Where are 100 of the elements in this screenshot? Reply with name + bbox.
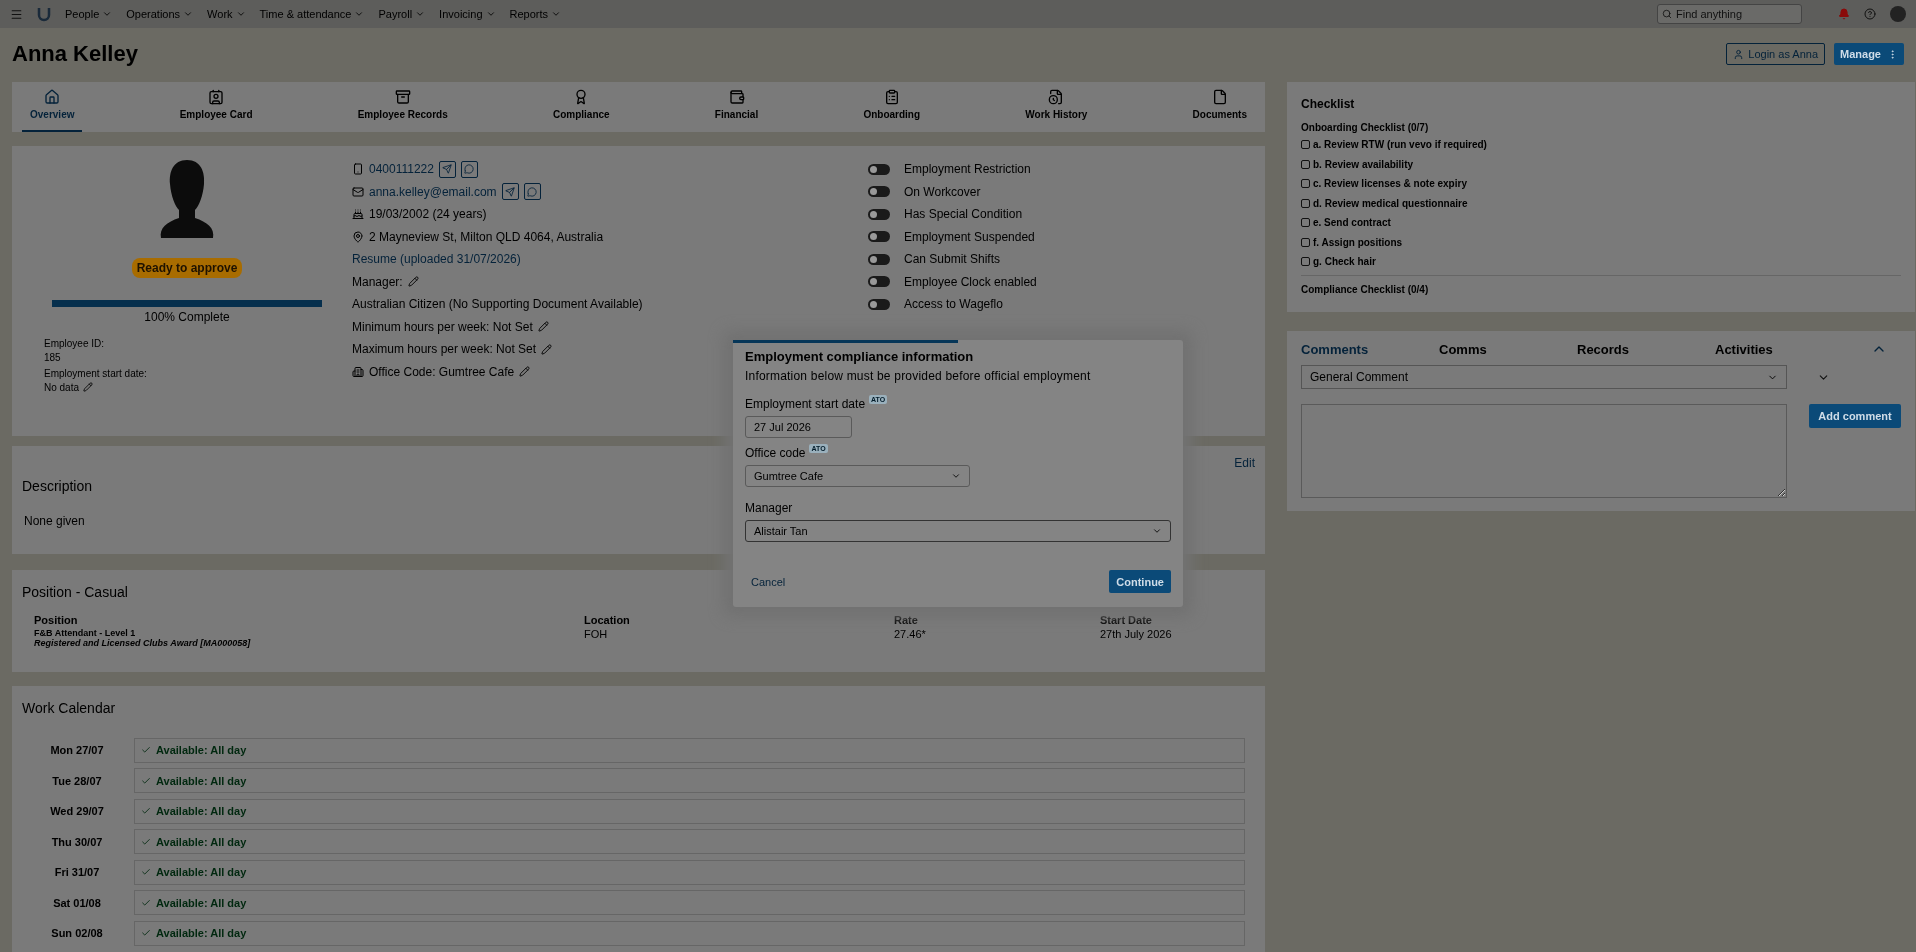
field-value: 185 [44, 351, 61, 363]
nav-menu-item[interactable]: Operations [126, 8, 194, 20]
comment-type-select[interactable]: General Comment [1301, 365, 1787, 389]
nav-menu-item[interactable]: Payroll [378, 8, 426, 20]
edit-icon[interactable] [407, 276, 419, 288]
chat-button[interactable] [460, 160, 478, 178]
building-icon [352, 365, 364, 378]
award-name: Registered and Licensed Clubs Award [MA000058] [34, 638, 252, 648]
menu-icon[interactable] [10, 7, 23, 21]
resume-link[interactable]: Resume (uploaded 31/07/2026) [352, 252, 521, 267]
availability-text: Available: All day [156, 896, 247, 909]
availability-text: Available: All day [156, 805, 247, 818]
add-comment-button[interactable]: Add comment [1809, 404, 1901, 428]
toggle-switch[interactable] [868, 231, 890, 243]
send-button[interactable] [501, 183, 519, 201]
checklist-item: e. Send contract [1313, 217, 1391, 229]
toggle-switch[interactable] [868, 208, 890, 220]
manage-button[interactable]: Manage [1834, 43, 1904, 65]
office-select[interactable]: Gumtree Cafe [745, 465, 970, 487]
position-name: F&B Attendant - Level 1 [34, 628, 137, 638]
dialog-subtitle: Information below must be provided before official employment [745, 369, 1092, 383]
check-icon [141, 775, 151, 786]
checkbox[interactable] [1301, 198, 1310, 208]
chevron-down-icon [183, 9, 194, 19]
profile-tab[interactable]: Overview [22, 87, 83, 132]
email-link[interactable]: anna.kelley@email.com [369, 184, 497, 199]
toggle-switch[interactable] [868, 163, 890, 175]
check-icon [141, 867, 151, 878]
cancel-button[interactable]: Cancel [751, 575, 786, 588]
checklist-item: a. Review RTW (run vevo if required) [1313, 139, 1487, 151]
chevron-down-icon [415, 9, 426, 19]
search-field[interactable]: Find anything [1657, 4, 1802, 24]
comments-tab[interactable]: Activities [1715, 341, 1853, 357]
wallet-icon [728, 89, 745, 105]
checkbox[interactable] [1301, 140, 1310, 150]
field-label: Employee ID: [44, 338, 106, 349]
phone-link[interactable]: 0400111222 [369, 162, 434, 177]
toggle-switch[interactable] [868, 276, 890, 288]
field-label: Employment start date: [44, 368, 148, 379]
profile-tab[interactable]: Documents [1184, 87, 1255, 132]
nav-menu-item[interactable]: Time & attendance [259, 8, 365, 20]
chevron-down-icon [551, 9, 562, 19]
comments-tab[interactable]: Records [1577, 341, 1715, 357]
chevron-down-icon [485, 9, 496, 19]
nav-menu-item[interactable]: People [65, 8, 113, 20]
check-icon [141, 806, 151, 817]
manager-select[interactable]: Alistair Tan [745, 520, 1171, 542]
table-cell-text: FOH [584, 628, 609, 642]
date-field[interactable]: 27 Jul 2026 [745, 416, 852, 438]
toggle-label: Employment Suspended [904, 229, 1035, 244]
toggle-switch[interactable] [868, 298, 890, 310]
comments-tab[interactable]: Comments [1301, 341, 1439, 357]
checkbox[interactable] [1301, 218, 1310, 228]
cake-icon [352, 208, 364, 221]
edit-icon[interactable] [519, 366, 531, 378]
checkbox[interactable] [1301, 159, 1310, 169]
profile-tab[interactable]: Compliance [544, 87, 618, 132]
field-label: Office code [745, 446, 806, 460]
table-cell-text: 27.46* [894, 628, 927, 642]
dialog-title: Employment compliance information [745, 349, 975, 364]
profile-tab[interactable]: Onboarding [855, 87, 929, 132]
section-title: Work Calendar [22, 700, 117, 716]
send-button[interactable] [438, 160, 456, 178]
checklist-item: d. Review medical questionnaire [1313, 197, 1468, 209]
toggle-switch[interactable] [868, 186, 890, 198]
logo-icon[interactable] [37, 6, 51, 22]
nav-menu-item[interactable]: Work [207, 8, 246, 20]
login-as-button[interactable]: Login as Anna [1726, 43, 1826, 65]
nav-menu-item[interactable]: Invoicing [439, 8, 496, 20]
toggle-label: Employment Restriction [904, 162, 1031, 177]
edit-link[interactable]: Edit [1234, 456, 1255, 470]
edit-icon[interactable] [83, 382, 94, 392]
profile-tab[interactable]: Work History [1017, 87, 1096, 132]
archive-icon [394, 89, 411, 105]
toggle-switch[interactable] [868, 253, 890, 265]
section-title: Description [22, 478, 94, 494]
check-icon [141, 928, 151, 939]
edit-icon[interactable] [541, 343, 553, 355]
check-icon [141, 836, 151, 847]
checkbox[interactable] [1301, 257, 1310, 267]
profile-tab[interactable]: Financial [706, 87, 767, 132]
checkbox[interactable] [1301, 179, 1310, 189]
toggle-label: Access to Wageflo [904, 297, 1003, 312]
comments-tab[interactable]: Comms [1439, 341, 1577, 357]
continue-button[interactable]: Continue [1109, 570, 1171, 593]
chat-button[interactable] [523, 183, 541, 201]
house-icon [44, 89, 61, 105]
detail-text: Minimum hours per week: Not Set [352, 319, 533, 334]
profile-tab[interactable]: Employee Card [171, 87, 261, 132]
chat-icon [464, 164, 475, 175]
avatar-circle[interactable] [1890, 6, 1906, 22]
profile-tab[interactable]: Employee Records [349, 87, 456, 132]
help-icon[interactable] [1864, 8, 1876, 20]
comment-input[interactable] [1301, 404, 1787, 498]
column-header: Position [34, 614, 79, 626]
nav-menu-item[interactable]: Reports [509, 8, 562, 20]
check-icon [141, 897, 151, 908]
checkbox[interactable] [1301, 237, 1310, 247]
edit-icon[interactable] [537, 321, 549, 333]
day-label: Thu 30/07 [50, 835, 104, 848]
